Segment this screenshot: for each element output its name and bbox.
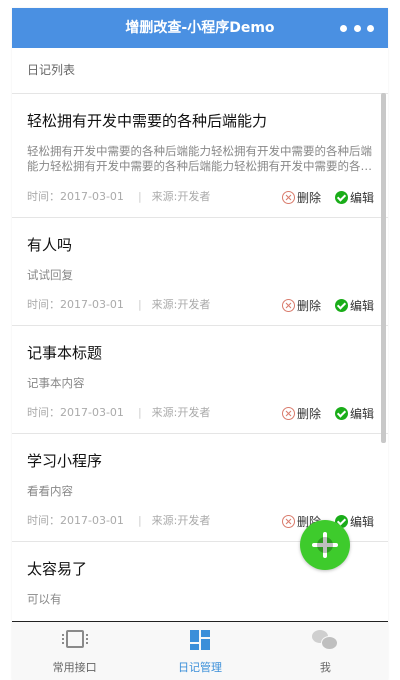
tab-label: 日记管理 [177,661,222,674]
tab-label: 我 [319,661,331,674]
check-icon [334,191,348,204]
delete-label: 删除 [296,191,321,205]
check-icon [334,299,348,312]
more-dots-icon[interactable] [340,21,374,35]
entry-source: 开发者 [177,298,211,311]
entry-meta: 时间：2017-03-01 | 来源:开发者 [27,296,210,312]
entry-actions: 删除 编辑 [281,297,374,314]
entry-title: 学习小程序 [27,452,103,470]
entry-body: 看看内容 [27,484,73,498]
chip-icon [61,630,88,648]
tab-bar: 常用接口 日记管理 我 [12,621,388,680]
entry-date: 2017-03-01 [60,190,124,203]
entry-actions: 删除 编辑 [281,405,374,422]
delete-label: 删除 [296,407,321,421]
plus-icon [317,537,333,553]
delete-label: 删除 [296,299,321,313]
delete-icon [281,515,295,528]
entry-title: 太容易了 [27,560,88,578]
dot [340,24,347,32]
time-label: 时间： [27,298,60,311]
scrollbar[interactable] [381,93,386,443]
delete-icon [281,407,295,420]
meta-separator: | [137,406,142,419]
entry-title: 记事本标题 [27,344,103,362]
delete-button[interactable]: 删除 [281,189,321,206]
navigation-bar: 增删改查-小程序Demo [12,8,388,48]
tab-label: 常用接口 [52,661,97,674]
entry-date: 2017-03-01 [60,406,124,419]
entry-source: 开发者 [177,514,211,527]
source-label: 来源: [151,406,178,419]
entry-meta: 时间：2017-03-01 | 来源:开发者 [27,512,210,528]
meta-separator: | [137,514,142,527]
time-label: 时间： [27,190,60,203]
entry-date: 2017-03-01 [60,298,124,311]
add-entry-button[interactable] [300,520,350,570]
entry-source: 开发者 [177,190,211,203]
entry-date: 2017-03-01 [60,514,124,527]
phone-frame: 增删改查-小程序Demo 日记列表 轻松拥有开发中需要的各种后端能力 轻松拥有开… [12,8,388,680]
time-label: 时间： [27,406,60,419]
source-label: 来源: [151,514,178,527]
dot [367,24,374,32]
tab-me[interactable]: 我 [263,622,388,680]
section-title: 日记列表 [12,48,388,94]
edit-label: 编辑 [349,191,374,205]
source-label: 来源: [151,190,178,203]
entry-meta: 时间：2017-03-01 | 来源:开发者 [27,404,210,420]
source-label: 来源: [151,298,178,311]
time-label: 时间： [27,514,60,527]
nav-title: 增删改查-小程序Demo [125,20,275,36]
meta-separator: | [137,298,142,311]
dot [353,24,361,32]
delete-icon [281,191,295,204]
entry-title: 有人吗 [27,236,73,254]
wechat-icon [312,630,339,650]
entry-meta: 时间：2017-03-01 | 来源:开发者 [27,188,210,204]
check-icon [334,407,348,420]
diary-entry[interactable]: 轻松拥有开发中需要的各种后端能力 轻松拥有开发中需要的各种后端能力轻松拥有开发中… [12,94,388,218]
entry-title: 轻松拥有开发中需要的各种后端能力 [27,112,268,130]
edit-button[interactable]: 编辑 [334,405,374,422]
edit-button[interactable]: 编辑 [334,297,374,314]
entry-body: 记事本内容 [27,376,85,390]
edit-label: 编辑 [349,299,374,313]
tab-common-api[interactable]: 常用接口 [12,622,137,680]
delete-button[interactable]: 删除 [281,297,321,314]
delete-button[interactable]: 删除 [281,405,321,422]
entry-source: 开发者 [177,406,211,419]
edit-button[interactable]: 编辑 [334,189,374,206]
diary-entry[interactable]: 有人吗 试试回复 时间：2017-03-01 | 来源:开发者 删除 编辑 [12,218,388,326]
entry-body: 试试回复 [27,268,73,282]
entry-body: 轻松拥有开发中需要的各种后端能力轻松拥有开发中需要的各种后端能力轻松拥有开发中需… [27,144,372,173]
entry-actions: 删除 编辑 [281,189,374,206]
grid-icon [189,630,210,650]
tab-diary-management[interactable]: 日记管理 [137,622,262,680]
edit-label: 编辑 [349,407,374,421]
diary-entry[interactable]: 记事本标题 记事本内容 时间：2017-03-01 | 来源:开发者 删除 编辑 [12,326,388,434]
meta-separator: | [137,190,142,203]
delete-icon [281,299,295,312]
edit-label: 编辑 [349,515,374,529]
entry-body: 可以有 [27,592,62,606]
